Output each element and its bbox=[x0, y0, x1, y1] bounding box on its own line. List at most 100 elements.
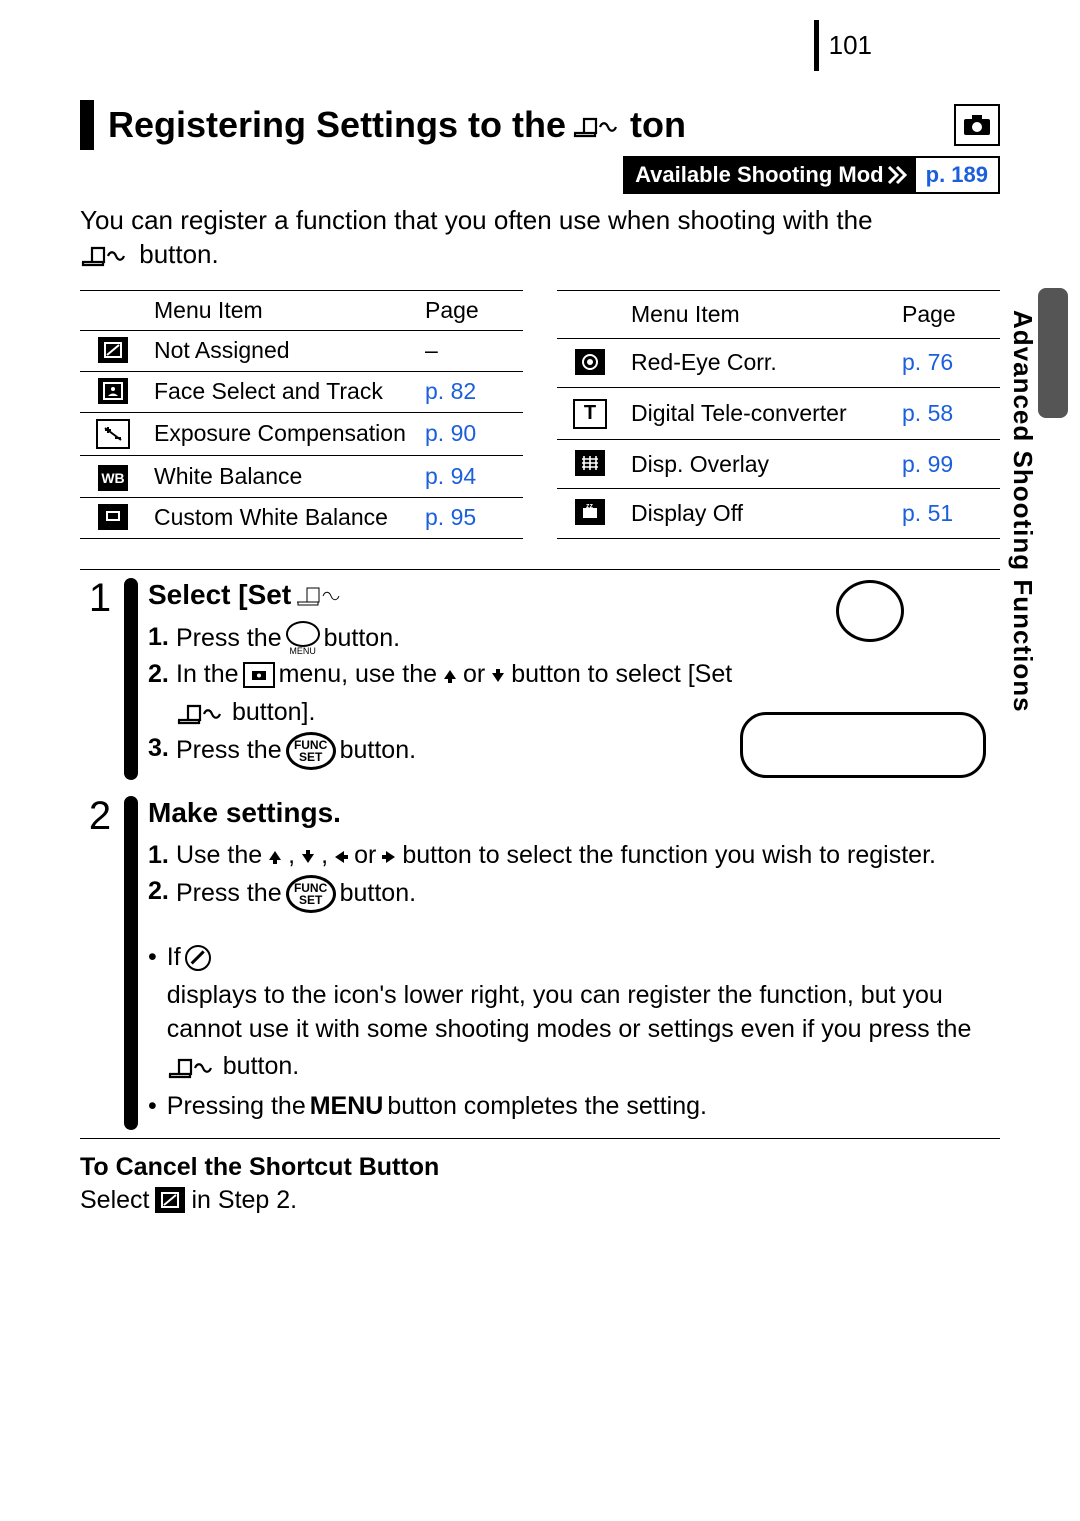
s2-2a: Press the bbox=[176, 877, 282, 911]
s1-2b: menu, use the bbox=[279, 658, 437, 692]
substep-number: 1. bbox=[148, 839, 176, 873]
b1c: button. bbox=[223, 1050, 299, 1084]
intro-paragraph: You can register a function that you oft… bbox=[80, 204, 1000, 272]
page-number: 101 bbox=[814, 20, 882, 71]
up-arrow-icon bbox=[266, 839, 284, 873]
bullet-mark: • bbox=[148, 941, 157, 1084]
print-share-icon bbox=[167, 1050, 219, 1084]
s2-1e: button to select the function you wish t… bbox=[402, 839, 936, 873]
heading-text-1: Registering Settings to the bbox=[108, 104, 566, 146]
table-row: Face Select and Track p. 82 bbox=[80, 371, 523, 412]
s1-1b: button. bbox=[324, 622, 400, 656]
figure-placeholder-circle bbox=[836, 580, 904, 642]
step-bar bbox=[124, 578, 138, 780]
cancel-text: Select in Step 2. bbox=[80, 1186, 1000, 1215]
custom-wb-icon bbox=[98, 504, 128, 530]
print-share-icon bbox=[80, 239, 139, 269]
menu-page-link[interactable]: p. 58 bbox=[894, 387, 1000, 439]
menu-tables: Menu Item Page Not Assigned – Face Selec… bbox=[80, 290, 1000, 539]
prohibited-icon bbox=[185, 945, 211, 971]
face-select-icon bbox=[98, 378, 128, 404]
menu-item: Disp. Overlay bbox=[623, 440, 894, 489]
s1-3a: Press the bbox=[176, 734, 282, 768]
step-2: 2 Make settings. 1. Use the , , or bbox=[80, 788, 1000, 1138]
table-header-row: Menu Item Page bbox=[557, 290, 1000, 338]
cancel-b: in Step 2. bbox=[191, 1186, 297, 1215]
s2-1d: or bbox=[354, 839, 376, 873]
menu-page-link[interactable]: p. 94 bbox=[417, 455, 523, 497]
camera-menu-icon bbox=[243, 662, 275, 688]
right-arrow-icon bbox=[380, 839, 398, 873]
heading-bar bbox=[80, 100, 94, 150]
red-eye-icon bbox=[575, 349, 605, 375]
table-row: Disp. Overlay p. 99 bbox=[557, 440, 1000, 489]
print-share-icon bbox=[176, 696, 228, 730]
menu-item: Custom White Balance bbox=[146, 497, 417, 538]
tele-converter-icon: T bbox=[573, 399, 607, 429]
shooting-modes-page: p. 189 bbox=[916, 158, 998, 192]
print-share-icon bbox=[572, 104, 624, 146]
comma: , bbox=[288, 839, 295, 873]
bullet-mark: • bbox=[148, 1090, 157, 1124]
menu-item: Face Select and Track bbox=[146, 371, 417, 412]
white-balance-icon: WB bbox=[98, 465, 128, 491]
step2-title: Make settings. bbox=[148, 794, 996, 832]
menu-page-link[interactable]: p. 82 bbox=[417, 371, 523, 412]
s1-2e: button]. bbox=[232, 696, 315, 730]
b2b: MENU bbox=[310, 1090, 384, 1124]
s2-2b: button. bbox=[340, 877, 416, 911]
step-number: 2 bbox=[80, 788, 120, 1138]
menu-page-link[interactable]: p. 76 bbox=[894, 338, 1000, 387]
intro-line1: You can register a function that you oft… bbox=[80, 205, 873, 235]
menu-item: Not Assigned bbox=[146, 330, 417, 371]
menu-page-link[interactable]: p. 95 bbox=[417, 497, 523, 538]
step1-title-a: Select [Set bbox=[148, 576, 291, 614]
menu-page: – bbox=[417, 330, 523, 371]
table-row: WB White Balance p. 94 bbox=[80, 455, 523, 497]
func-set-button-icon: FUNC SET bbox=[286, 732, 336, 770]
down-arrow-icon bbox=[299, 839, 317, 873]
menu-page-link[interactable]: p. 90 bbox=[417, 412, 523, 455]
s1-2a: In the bbox=[176, 658, 239, 692]
menu-item: Display Off bbox=[623, 489, 894, 538]
s1-3b: button. bbox=[340, 734, 416, 768]
figure-placeholder-rect bbox=[740, 712, 986, 778]
col-menu: Menu Item bbox=[146, 290, 417, 330]
table-row: Not Assigned – bbox=[80, 330, 523, 371]
substep-number: 1. bbox=[148, 621, 176, 656]
intro-line2: button. bbox=[139, 239, 219, 269]
shooting-modes-label: Available Shooting Mod bbox=[635, 162, 884, 188]
svg-text:zz: zz bbox=[586, 503, 594, 510]
down-arrow-icon bbox=[489, 658, 507, 692]
not-assigned-icon bbox=[155, 1187, 185, 1213]
table-row: T Digital Tele-converter p. 58 bbox=[557, 387, 1000, 439]
s1-1a: Press the bbox=[176, 622, 282, 656]
menu-item: Red-Eye Corr. bbox=[623, 338, 894, 387]
menu-item: Digital Tele-converter bbox=[623, 387, 894, 439]
step-number: 1 bbox=[80, 570, 120, 788]
menu-label: MENU bbox=[289, 647, 316, 656]
step-1: 1 Select [Set utton]. 1. Press the MENU bbox=[80, 570, 1000, 788]
substep-number: 2. bbox=[148, 875, 176, 913]
table-row: Exposure Compensation p. 90 bbox=[80, 412, 523, 455]
table-row: Custom White Balance p. 95 bbox=[80, 497, 523, 538]
menu-table-right: Menu Item Page Red-Eye Corr. p. 76 T Dig… bbox=[557, 290, 1000, 539]
col-menu: Menu Item bbox=[623, 290, 894, 338]
cancel-heading: To Cancel the Shortcut Button bbox=[80, 1153, 1000, 1182]
page-title: Registering Settings to the ton bbox=[108, 104, 686, 146]
not-assigned-icon bbox=[98, 337, 128, 363]
side-section-label: Advanced Shooting Functions bbox=[1007, 310, 1038, 713]
substep-number: 3. bbox=[148, 732, 176, 770]
s2-1a: Use the bbox=[176, 839, 262, 873]
s1-2d: button to select [Set bbox=[511, 658, 732, 692]
camera-mode-icon bbox=[954, 104, 1000, 146]
shooting-modes-flag[interactable]: Available Shooting Mod p. 189 bbox=[623, 156, 1000, 194]
display-off-icon: zz bbox=[575, 499, 605, 525]
b2c: button completes the setting. bbox=[387, 1090, 707, 1124]
b1b: displays to the icon's lower right, you … bbox=[167, 979, 996, 1047]
b1a: If bbox=[167, 941, 181, 975]
menu-page-link[interactable]: p. 99 bbox=[894, 440, 1000, 489]
menu-page-link[interactable]: p. 51 bbox=[894, 489, 1000, 538]
menu-item: White Balance bbox=[146, 455, 417, 497]
b2a: Pressing the bbox=[167, 1090, 306, 1124]
